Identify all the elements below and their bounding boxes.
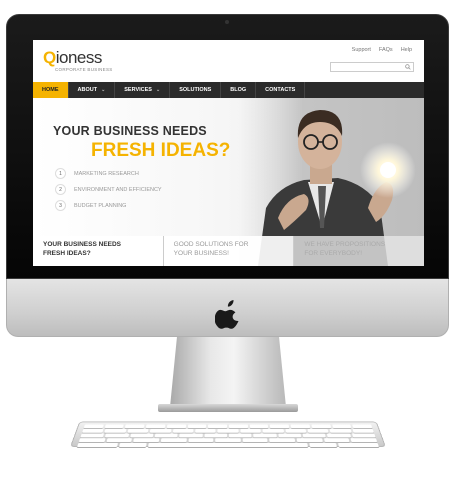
promo-box[interactable]: GOOD SOLUTIONS FOR YOUR BUSINESS!	[163, 236, 295, 266]
promo-box-line2: FOR EVERYBODY!	[304, 249, 363, 257]
website-screen: Qioness CORPORATE BUSINESS Support FAQs …	[33, 40, 424, 266]
feature-item[interactable]: 3 BUDGET PLANNING	[55, 200, 126, 211]
top-links: Support FAQs Help	[352, 47, 412, 53]
apple-logo-icon	[215, 300, 239, 329]
nav-about[interactable]: ABOUT ⌄	[69, 82, 116, 98]
nav-label: CONTACTS	[265, 87, 296, 93]
logo-letter-q: Q	[43, 48, 56, 67]
feature-number-badge: 2	[55, 184, 66, 195]
hero-text: YOUR BUSINESS NEEDS FRESH IDEAS? 1 MARKE…	[33, 98, 238, 238]
site-header: Qioness CORPORATE BUSINESS Support FAQs …	[33, 40, 424, 79]
nav-contacts[interactable]: CONTACTS	[256, 82, 306, 98]
nav-label: SOLUTIONS	[179, 87, 212, 93]
link-support[interactable]: Support	[352, 47, 371, 53]
imac-stand	[170, 337, 286, 407]
keyboard	[70, 421, 386, 447]
search-box	[330, 62, 414, 79]
nav-label: SERVICES	[124, 87, 152, 93]
chevron-down-icon: ⌄	[101, 87, 106, 93]
hero-headline-line2: FRESH IDEAS?	[91, 140, 231, 161]
nav-label: BLOG	[230, 87, 247, 93]
promo-box-line1: YOUR BUSINESS NEEDS	[43, 241, 122, 248]
feature-item[interactable]: 2 ENVIRONMENT AND EFFICIENCY	[55, 184, 162, 195]
promo-box[interactable]: YOUR BUSINESS NEEDS FRESH IDEAS?	[33, 236, 164, 266]
nav-blog[interactable]: BLOG	[221, 82, 257, 98]
nav-services[interactable]: SERVICES ⌄	[115, 82, 171, 98]
hero-headline-line1: YOUR BUSINESS NEEDS	[53, 124, 207, 138]
feature-number-badge: 3	[55, 200, 66, 211]
chevron-down-icon: ⌄	[155, 87, 161, 93]
imac-stand-foot	[158, 404, 298, 412]
feature-label: MARKETING RESEARCH	[74, 170, 139, 177]
link-faqs[interactable]: FAQs	[379, 47, 393, 53]
feature-label: ENVIRONMENT AND EFFICIENCY	[74, 186, 162, 193]
feature-item[interactable]: 1 MARKETING RESEARCH	[55, 168, 139, 179]
link-help[interactable]: Help	[401, 47, 412, 53]
nav-home[interactable]: HOME	[33, 82, 69, 98]
feature-label: BUDGET PLANNING	[74, 202, 127, 209]
nav-solutions[interactable]: SOLUTIONS	[170, 82, 222, 98]
promo-box-line2: YOUR BUSINESS!	[173, 249, 229, 257]
site-tagline: CORPORATE BUSINESS	[55, 67, 113, 72]
site-logo[interactable]: Qioness	[43, 48, 102, 68]
promo-box-line2: FRESH IDEAS?	[43, 249, 91, 257]
nav-label: HOME	[42, 87, 59, 93]
camera-dot	[225, 20, 229, 24]
search-input[interactable]	[331, 71, 401, 79]
promo-box-line1: WE HAVE PROPOSITIONS	[304, 241, 386, 248]
promo-boxes: YOUR BUSINESS NEEDS FRESH IDEAS? GOOD SO…	[33, 236, 424, 266]
feature-number-badge: 1	[55, 168, 66, 179]
search-icon[interactable]	[405, 64, 411, 70]
promo-box-line1: GOOD SOLUTIONS FOR	[173, 241, 249, 248]
nav-label: ABOUT	[77, 87, 98, 93]
main-nav: HOME ABOUT ⌄ SERVICES ⌄ SOLUTIONS BLOG CON…	[33, 82, 424, 98]
logo-text-rest: ioness	[55, 48, 103, 67]
promo-box[interactable]: WE HAVE PROPOSITIONS FOR EVERYBODY!	[294, 236, 424, 266]
